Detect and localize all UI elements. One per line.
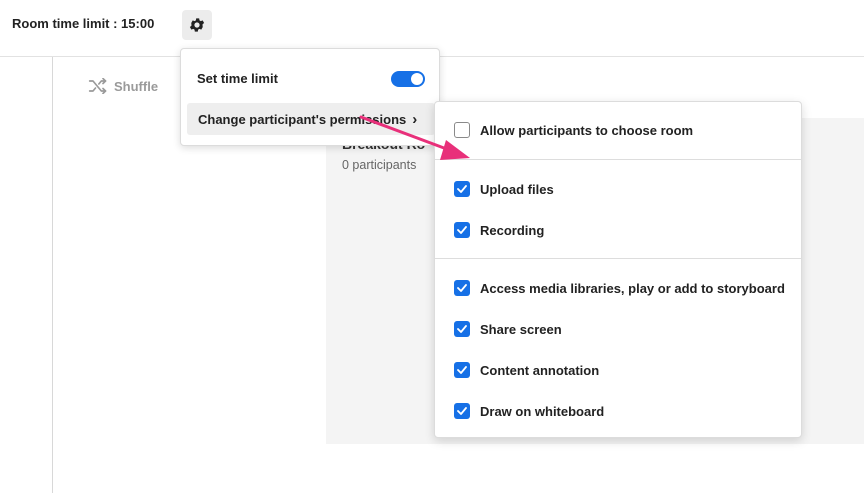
shuffle-button[interactable]: Shuffle bbox=[88, 78, 158, 94]
change-permissions-label: Change participant's permissions bbox=[198, 111, 407, 127]
toggle-knob bbox=[411, 73, 423, 85]
content-annotation-option[interactable]: Content annotation bbox=[454, 362, 599, 378]
set-time-limit-label: Set time limit bbox=[197, 71, 278, 86]
access-media-option[interactable]: Access media libraries, play or add to s… bbox=[454, 280, 785, 296]
checkbox-checked[interactable] bbox=[454, 403, 470, 419]
allow-choose-room-option[interactable]: Allow participants to choose room bbox=[454, 122, 693, 138]
settings-menu: Set time limit Change participant's perm… bbox=[180, 48, 440, 146]
option-label: Share screen bbox=[480, 321, 562, 337]
menu-divider bbox=[435, 258, 801, 259]
check-icon bbox=[457, 325, 467, 333]
check-icon bbox=[457, 185, 467, 193]
room-time-limit-label: Room time limit : 15:00 bbox=[12, 16, 155, 31]
permissions-menu: Allow participants to choose room Upload… bbox=[434, 101, 802, 438]
checkbox-checked[interactable] bbox=[454, 321, 470, 337]
option-label: Access media libraries, play or add to s… bbox=[480, 280, 785, 296]
upload-files-option[interactable]: Upload files bbox=[454, 181, 554, 197]
room-participant-count: 0 participants bbox=[342, 158, 417, 172]
option-label: Content annotation bbox=[480, 362, 600, 378]
gear-icon bbox=[189, 18, 205, 32]
checkbox-checked[interactable] bbox=[454, 280, 470, 296]
chevron-right-icon: › bbox=[412, 110, 418, 128]
settings-button[interactable] bbox=[182, 10, 212, 40]
change-permissions-menu-item[interactable]: Change participant's permissions › bbox=[187, 103, 435, 135]
draw-whiteboard-option[interactable]: Draw on whiteboard bbox=[454, 403, 604, 419]
checkbox-unchecked[interactable] bbox=[454, 122, 470, 138]
checkbox-checked[interactable] bbox=[454, 362, 470, 378]
checkbox-checked[interactable] bbox=[454, 181, 470, 197]
option-label: Allow participants to choose room bbox=[480, 122, 694, 138]
check-icon bbox=[457, 366, 467, 374]
option-label: Recording bbox=[480, 222, 545, 238]
option-label: Upload files bbox=[480, 181, 554, 197]
shuffle-icon bbox=[88, 78, 107, 94]
recording-option[interactable]: Recording bbox=[454, 222, 544, 238]
checkbox-checked[interactable] bbox=[454, 222, 470, 238]
sidebar-divider bbox=[52, 57, 53, 493]
check-icon bbox=[457, 407, 467, 415]
menu-divider bbox=[435, 159, 801, 160]
share-screen-option[interactable]: Share screen bbox=[454, 321, 562, 337]
option-label: Draw on whiteboard bbox=[480, 403, 605, 419]
check-icon bbox=[457, 226, 467, 234]
check-icon bbox=[457, 284, 467, 292]
shuffle-label: Shuffle bbox=[114, 78, 159, 94]
set-time-limit-toggle[interactable] bbox=[391, 71, 425, 87]
